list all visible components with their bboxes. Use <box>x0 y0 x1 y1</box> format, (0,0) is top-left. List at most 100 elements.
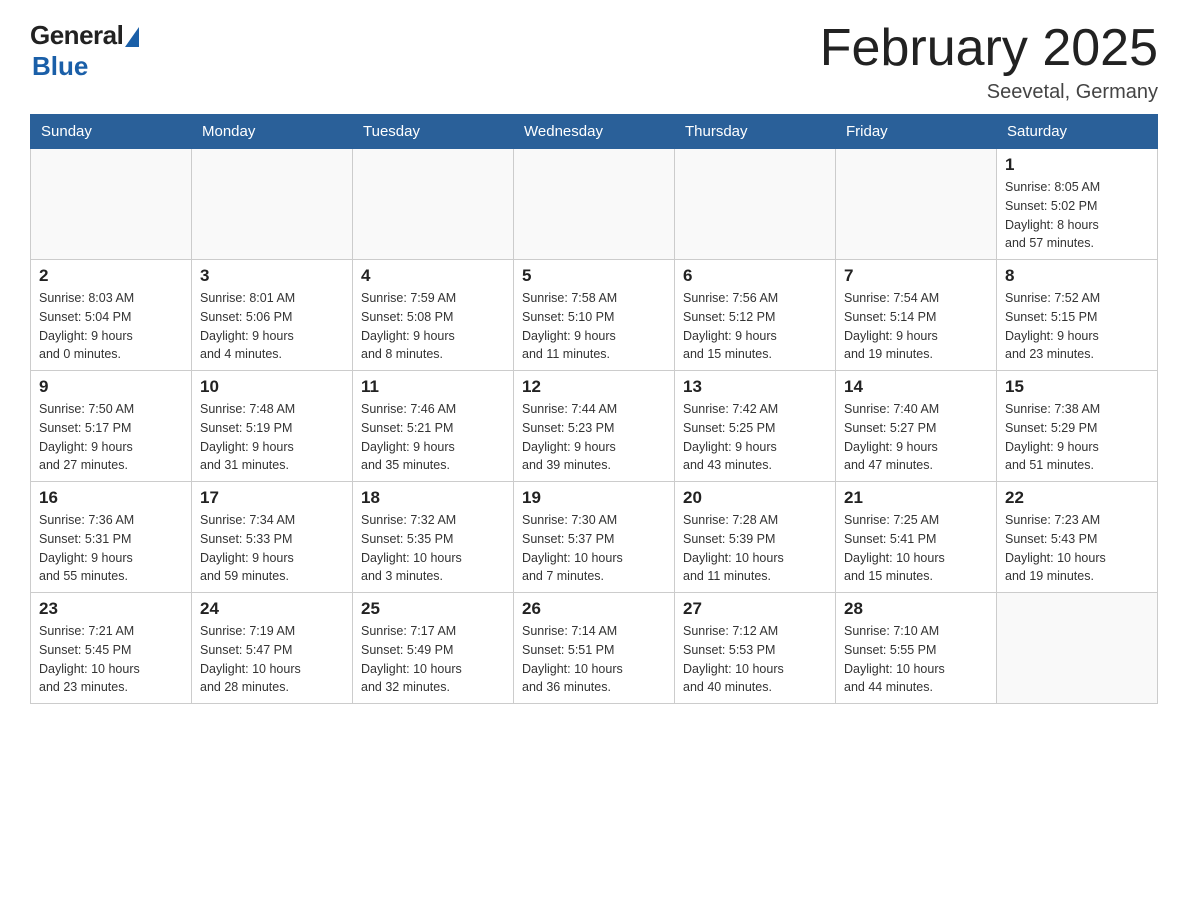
calendar-cell: 20Sunrise: 7:28 AM Sunset: 5:39 PM Dayli… <box>675 482 836 593</box>
calendar-cell: 26 Sunrise: 7:14 AM Sunset: 5:51 PM Dayli… <box>514 593 675 704</box>
day-number: 26 <box>522 599 666 619</box>
day-info: Sunrise: 7:46 AM Sunset: 5:21 PM Dayligh… <box>361 400 505 475</box>
calendar-cell: 11 Sunrise: 7:46 AM Sunset: 5:21 PM Dayli… <box>353 371 514 482</box>
calendar-cell: 13 Sunrise: 7:42 AM Sunset: 5:25 PM Dayli… <box>675 371 836 482</box>
calendar-cell: 1 Sunrise: 8:05 AM Sunset: 5:02 PM Daylig… <box>997 149 1158 260</box>
day-header-thursday: Thursday <box>675 115 836 149</box>
day-info: Sunrise: 8:05 AM Sunset: 5:02 PM Dayligh… <box>1005 178 1149 253</box>
day-info: Sunrise: 7:48 AM Sunset: 5:19 PM Dayligh… <box>200 400 344 475</box>
day-number: 5 <box>522 266 666 286</box>
day-number: 23 <box>39 599 183 619</box>
day-info: Sunrise: 7:59 AM Sunset: 5:08 PM Dayligh… <box>361 289 505 364</box>
calendar-cell: 7Sunrise: 7:54 AM Sunset: 5:14 PM Daylig… <box>836 260 997 371</box>
day-info: Sunrise: 7:42 AM Sunset: 5:25 PM Dayligh… <box>683 400 827 475</box>
day-number: 17 <box>200 488 344 508</box>
day-info: Sunrise: 7:30 AM Sunset: 5:37 PM Dayligh… <box>522 511 666 586</box>
calendar-table: SundayMondayTuesdayWednesdayThursdayFrid… <box>30 114 1158 704</box>
week-row-1: 1 Sunrise: 8:05 AM Sunset: 5:02 PM Daylig… <box>31 149 1158 260</box>
logo-general-text: General <box>30 20 123 51</box>
day-number: 12 <box>522 377 666 397</box>
day-number: 25 <box>361 599 505 619</box>
logo: General Blue <box>30 20 139 82</box>
day-number: 22 <box>1005 488 1149 508</box>
day-info: Sunrise: 8:01 AM Sunset: 5:06 PM Dayligh… <box>200 289 344 364</box>
day-info: Sunrise: 7:52 AM Sunset: 5:15 PM Dayligh… <box>1005 289 1149 364</box>
day-number: 18 <box>361 488 505 508</box>
day-header-wednesday: Wednesday <box>514 115 675 149</box>
day-number: 10 <box>200 377 344 397</box>
week-row-5: 23 Sunrise: 7:21 AM Sunset: 5:45 PM Dayli… <box>31 593 1158 704</box>
title-area: February 2025 Seevetal, Germany <box>820 20 1158 104</box>
day-info: Sunrise: 7:32 AM Sunset: 5:35 PM Dayligh… <box>361 511 505 586</box>
day-number: 28 <box>844 599 988 619</box>
calendar-cell: 10 Sunrise: 7:48 AM Sunset: 5:19 PM Dayli… <box>192 371 353 482</box>
day-info: Sunrise: 7:34 AM Sunset: 5:33 PM Dayligh… <box>200 511 344 586</box>
calendar-cell: 6 Sunrise: 7:56 AM Sunset: 5:12 PM Daylig… <box>675 260 836 371</box>
calendar-cell: 14 Sunrise: 7:40 AM Sunset: 5:27 PM Dayli… <box>836 371 997 482</box>
day-number: 21 <box>844 488 988 508</box>
calendar-cell: 18 Sunrise: 7:32 AM Sunset: 5:35 PM Dayli… <box>353 482 514 593</box>
day-info: Sunrise: 7:23 AM Sunset: 5:43 PM Dayligh… <box>1005 511 1149 586</box>
calendar-cell <box>514 149 675 260</box>
day-info: Sunrise: 7:56 AM Sunset: 5:12 PM Dayligh… <box>683 289 827 364</box>
calendar-cell: 4 Sunrise: 7:59 AM Sunset: 5:08 PM Daylig… <box>353 260 514 371</box>
day-number: 2 <box>39 266 183 286</box>
calendar-cell: 16Sunrise: 7:36 AM Sunset: 5:31 PM Dayli… <box>31 482 192 593</box>
calendar-cell: 8 Sunrise: 7:52 AM Sunset: 5:15 PM Daylig… <box>997 260 1158 371</box>
logo-blue-text: Blue <box>32 51 88 82</box>
calendar-cell: 12 Sunrise: 7:44 AM Sunset: 5:23 PM Dayli… <box>514 371 675 482</box>
calendar-title: February 2025 <box>820 20 1158 77</box>
day-info: Sunrise: 7:12 AM Sunset: 5:53 PM Dayligh… <box>683 622 827 697</box>
day-number: 27 <box>683 599 827 619</box>
day-number: 8 <box>1005 266 1149 286</box>
calendar-cell <box>997 593 1158 704</box>
day-info: Sunrise: 7:19 AM Sunset: 5:47 PM Dayligh… <box>200 622 344 697</box>
day-number: 13 <box>683 377 827 397</box>
day-number: 3 <box>200 266 344 286</box>
day-number: 14 <box>844 377 988 397</box>
logo-triangle-icon <box>125 27 139 47</box>
day-info: Sunrise: 7:40 AM Sunset: 5:27 PM Dayligh… <box>844 400 988 475</box>
day-number: 15 <box>1005 377 1149 397</box>
day-header-tuesday: Tuesday <box>353 115 514 149</box>
day-number: 1 <box>1005 155 1149 175</box>
day-info: Sunrise: 7:14 AM Sunset: 5:51 PM Dayligh… <box>522 622 666 697</box>
calendar-cell: 27 Sunrise: 7:12 AM Sunset: 5:53 PM Dayli… <box>675 593 836 704</box>
calendar-cell: 15Sunrise: 7:38 AM Sunset: 5:29 PM Dayli… <box>997 371 1158 482</box>
day-header-monday: Monday <box>192 115 353 149</box>
day-number: 9 <box>39 377 183 397</box>
day-number: 6 <box>683 266 827 286</box>
day-number: 19 <box>522 488 666 508</box>
calendar-cell: 28 Sunrise: 7:10 AM Sunset: 5:55 PM Dayli… <box>836 593 997 704</box>
day-info: Sunrise: 7:54 AM Sunset: 5:14 PM Dayligh… <box>844 289 988 364</box>
days-header-row: SundayMondayTuesdayWednesdayThursdayFrid… <box>31 115 1158 149</box>
calendar-cell: 25Sunrise: 7:17 AM Sunset: 5:49 PM Dayli… <box>353 593 514 704</box>
calendar-cell: 24 Sunrise: 7:19 AM Sunset: 5:47 PM Dayli… <box>192 593 353 704</box>
day-info: Sunrise: 7:21 AM Sunset: 5:45 PM Dayligh… <box>39 622 183 697</box>
day-number: 24 <box>200 599 344 619</box>
calendar-subtitle: Seevetal, Germany <box>820 81 1158 104</box>
day-info: Sunrise: 7:28 AM Sunset: 5:39 PM Dayligh… <box>683 511 827 586</box>
calendar-cell: 2 Sunrise: 8:03 AM Sunset: 5:04 PM Daylig… <box>31 260 192 371</box>
day-info: Sunrise: 7:25 AM Sunset: 5:41 PM Dayligh… <box>844 511 988 586</box>
calendar-cell <box>675 149 836 260</box>
logo-top: General <box>30 20 139 51</box>
calendar-cell <box>192 149 353 260</box>
day-number: 11 <box>361 377 505 397</box>
day-info: Sunrise: 7:58 AM Sunset: 5:10 PM Dayligh… <box>522 289 666 364</box>
week-row-2: 2 Sunrise: 8:03 AM Sunset: 5:04 PM Daylig… <box>31 260 1158 371</box>
day-header-friday: Friday <box>836 115 997 149</box>
calendar-cell <box>31 149 192 260</box>
calendar-cell: 3 Sunrise: 8:01 AM Sunset: 5:06 PM Daylig… <box>192 260 353 371</box>
calendar-cell: 23 Sunrise: 7:21 AM Sunset: 5:45 PM Dayli… <box>31 593 192 704</box>
day-header-saturday: Saturday <box>997 115 1158 149</box>
day-header-sunday: Sunday <box>31 115 192 149</box>
day-info: Sunrise: 7:36 AM Sunset: 5:31 PM Dayligh… <box>39 511 183 586</box>
calendar-cell <box>836 149 997 260</box>
calendar-cell <box>353 149 514 260</box>
day-info: Sunrise: 7:44 AM Sunset: 5:23 PM Dayligh… <box>522 400 666 475</box>
day-info: Sunrise: 8:03 AM Sunset: 5:04 PM Dayligh… <box>39 289 183 364</box>
page-header: General Blue February 2025 Seevetal, Ger… <box>30 20 1158 104</box>
day-number: 4 <box>361 266 505 286</box>
day-info: Sunrise: 7:10 AM Sunset: 5:55 PM Dayligh… <box>844 622 988 697</box>
